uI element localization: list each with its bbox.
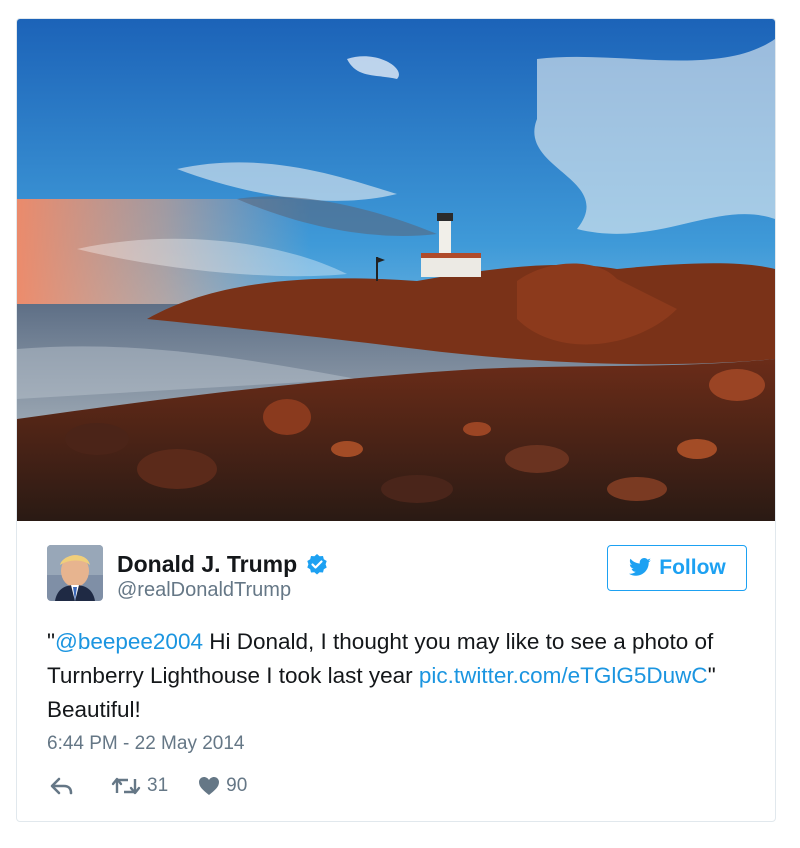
author-handle[interactable]: @realDonaldTrump <box>117 579 291 602</box>
tweet-card: Donald J. Trump @realDonaldTrump Follow … <box>16 18 776 822</box>
tweet-timestamp[interactable]: 6:44 PM - 22 May 2014 <box>47 733 245 755</box>
tweet-text: "@beepee2004 Hi Donald, I thought you ma… <box>47 625 757 727</box>
tweet-photo[interactable] <box>17 19 775 521</box>
like-button[interactable]: 90 <box>198 775 247 797</box>
like-count: 90 <box>226 775 248 796</box>
follow-label: Follow <box>659 556 726 579</box>
pic-link[interactable]: pic.twitter.com/eTGlG5DuwC <box>419 663 708 688</box>
author-avatar[interactable] <box>47 545 103 601</box>
retweet-button[interactable]: 31 <box>111 775 168 797</box>
twitter-bird-icon <box>629 558 652 576</box>
mention-link[interactable]: @beepee2004 <box>55 629 203 654</box>
follow-button[interactable]: Follow <box>607 545 747 591</box>
tweet-actions: 31 90 <box>49 775 277 797</box>
verified-badge-icon <box>307 553 327 574</box>
reply-icon <box>50 777 73 795</box>
retweet-icon <box>111 777 141 795</box>
author-name-row: Donald J. Trump <box>117 551 329 578</box>
open-quote: " <box>47 629 55 654</box>
reply-button[interactable] <box>49 776 81 796</box>
tweet-header: Donald J. Trump @realDonaldTrump Follow <box>47 545 747 605</box>
retweet-count: 31 <box>147 775 169 796</box>
heart-icon <box>199 777 220 795</box>
author-name[interactable]: Donald J. Trump <box>117 551 297 578</box>
